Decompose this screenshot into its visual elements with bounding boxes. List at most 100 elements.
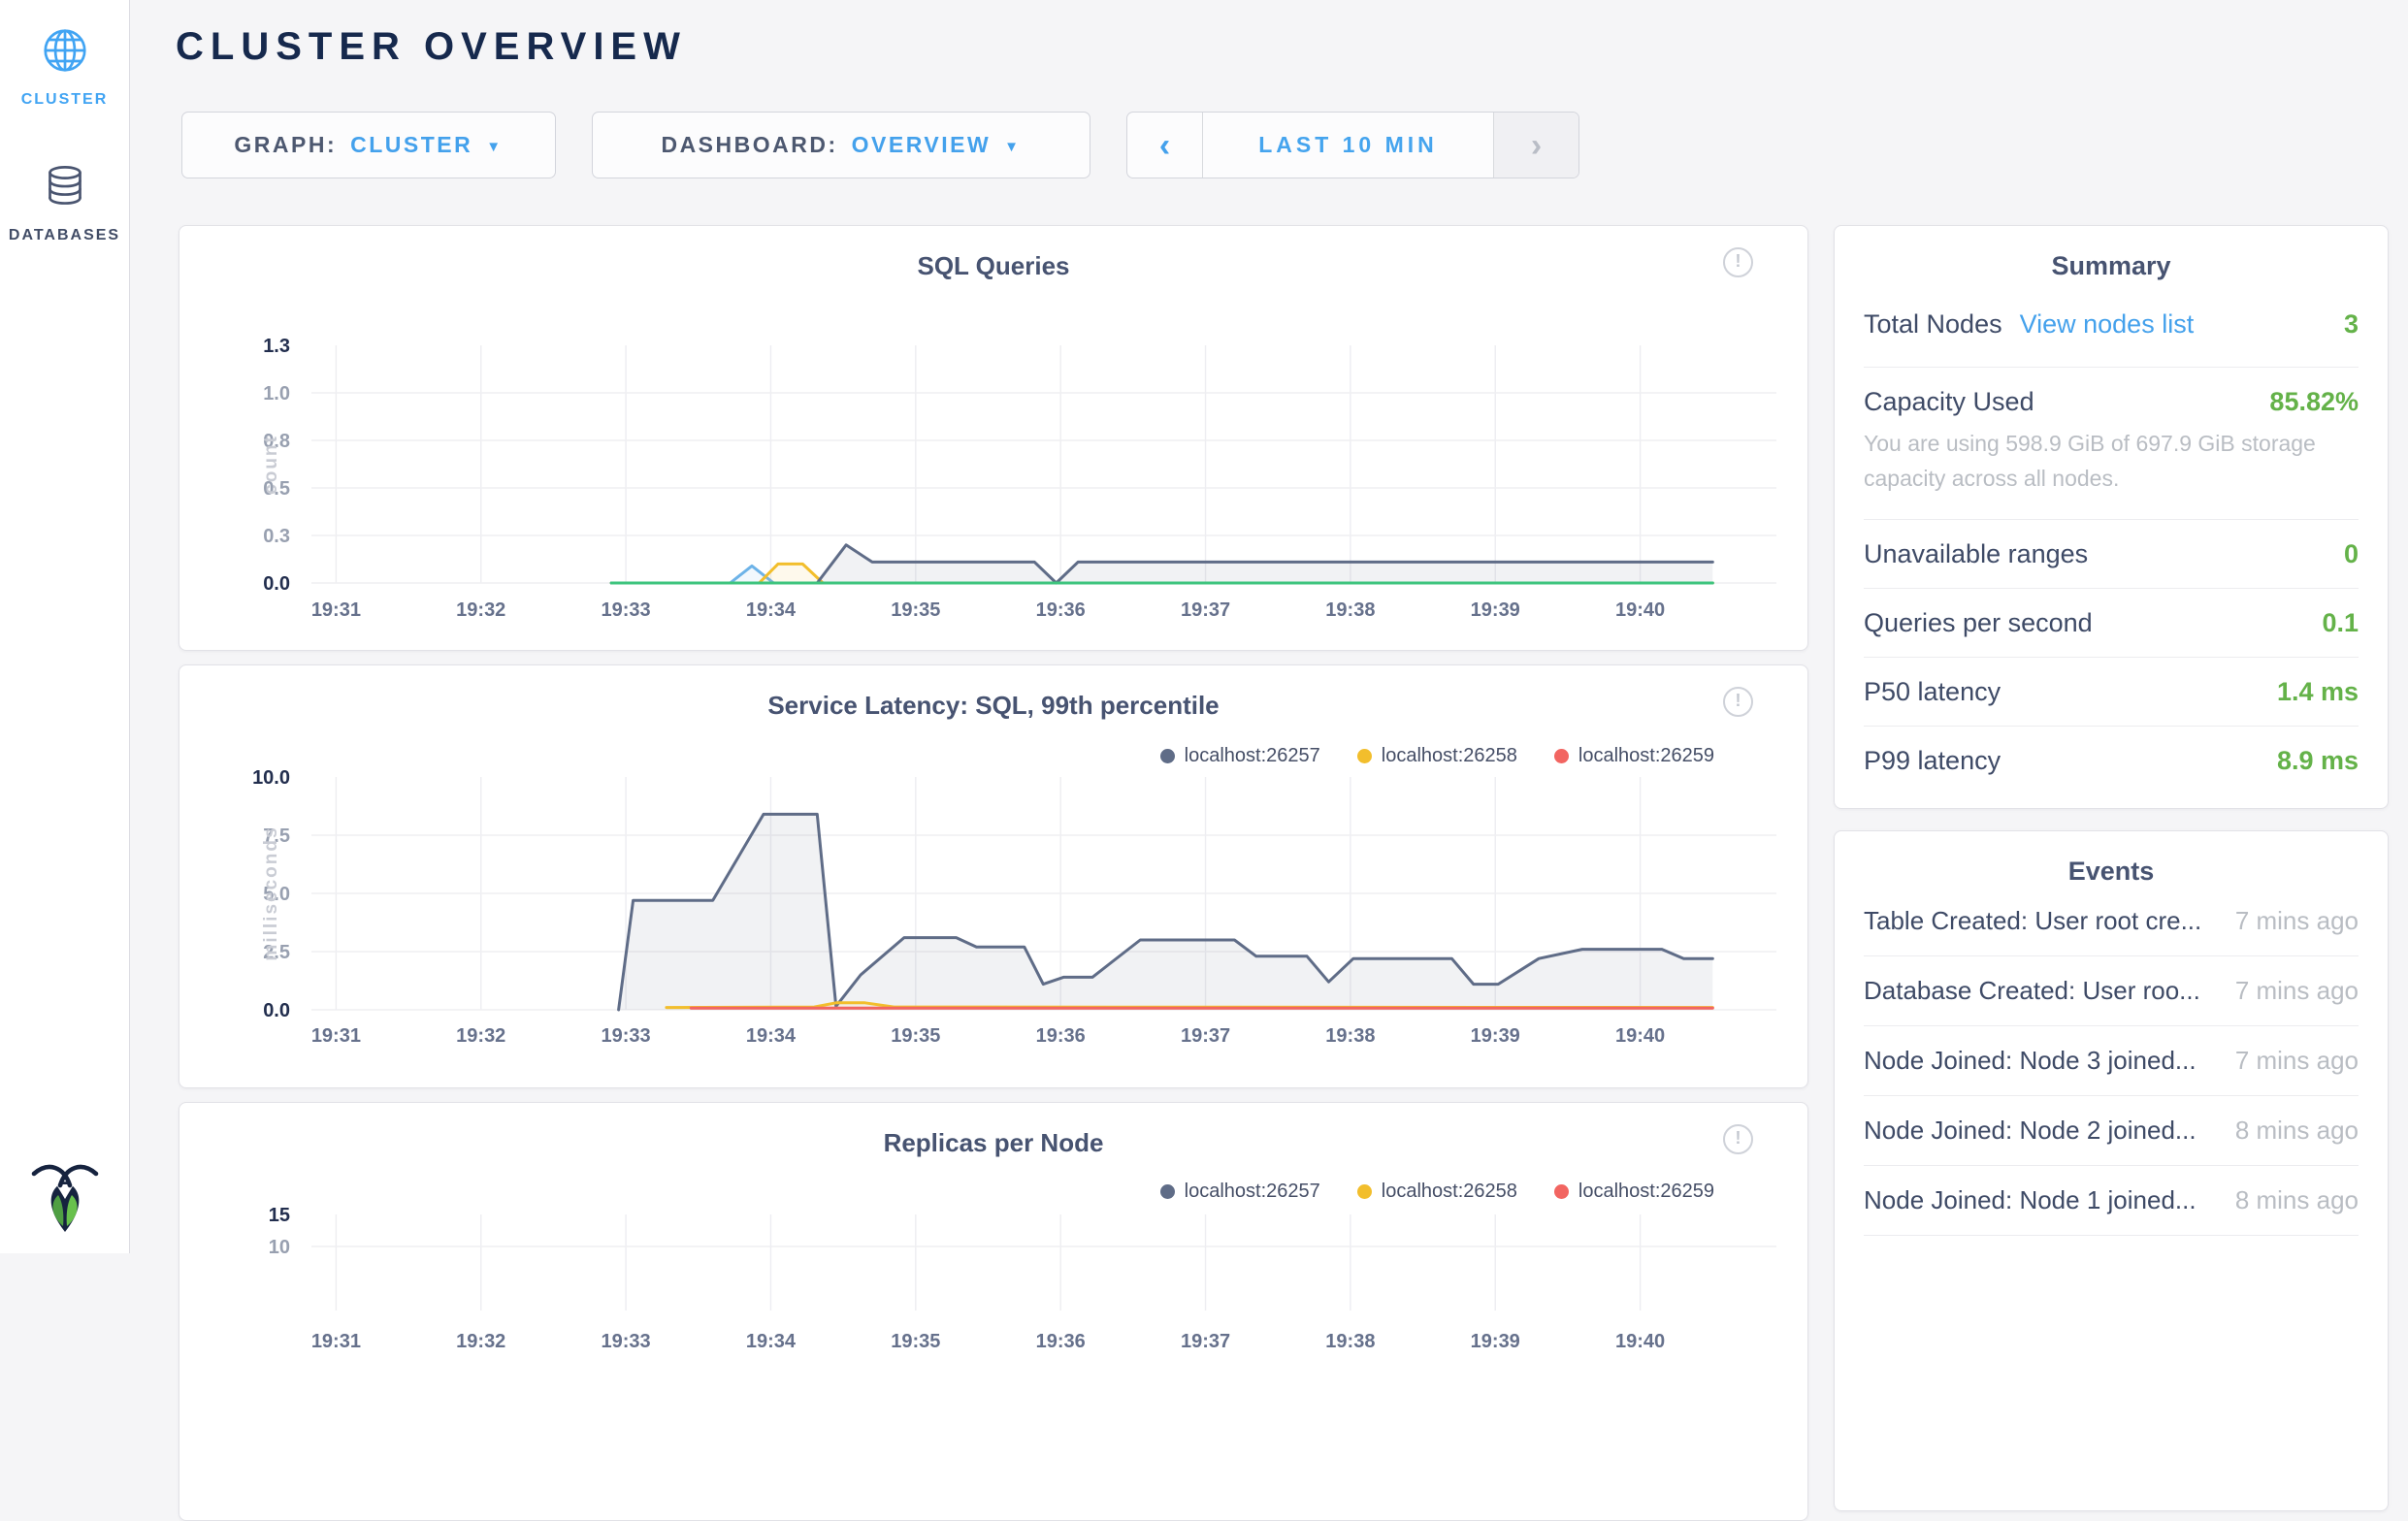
- view-nodes-link[interactable]: View nodes list: [2020, 309, 2195, 340]
- svg-text:19:40: 19:40: [1615, 1331, 1665, 1352]
- summary-label: Capacity Used: [1864, 387, 2034, 417]
- svg-text:1.3: 1.3: [263, 336, 290, 357]
- controls-bar: GRAPH: CLUSTER ▼ DASHBOARD: OVERVIEW ▼ ‹…: [181, 112, 1579, 177]
- svg-text:19:35: 19:35: [891, 599, 940, 621]
- svg-text:19:37: 19:37: [1181, 1331, 1230, 1352]
- summary-row-p50-latency: P50 latency 1.4 ms: [1864, 658, 2359, 727]
- sql-queries-chart[interactable]: 19:31 19:32 19:33 19:34 19:35 19:36 19:37 19:38…: [179, 226, 1807, 650]
- event-row: Database Created: User roo...7 mins ago: [1864, 956, 2359, 1026]
- svg-text:19:36: 19:36: [1036, 599, 1086, 621]
- summary-label: Queries per second: [1864, 608, 2093, 638]
- cockroachdb-logo-icon[interactable]: [0, 1158, 129, 1236]
- event-text: Node Joined: Node 1 joined...: [1864, 1185, 2196, 1215]
- svg-text:19:33: 19:33: [602, 1331, 651, 1352]
- svg-text:19:34: 19:34: [746, 1025, 797, 1047]
- event-timestamp: 8 mins ago: [2235, 1116, 2359, 1146]
- svg-text:19:35: 19:35: [891, 1025, 940, 1047]
- svg-text:0.0: 0.0: [263, 1000, 290, 1021]
- summary-row-unavailable-ranges: Unavailable ranges 0: [1864, 520, 2359, 589]
- event-row: Node Joined: Node 1 joined... 8 mins ago: [1864, 1166, 2359, 1236]
- svg-text:19:37: 19:37: [1181, 1025, 1230, 1047]
- svg-text:0.3: 0.3: [263, 526, 290, 547]
- summary-value: 0: [2344, 539, 2359, 569]
- database-icon: [43, 163, 87, 210]
- time-prev-button[interactable]: ‹: [1127, 113, 1203, 178]
- chevron-down-icon: ▼: [486, 139, 503, 155]
- summary-value: 8.9 ms: [2277, 746, 2359, 776]
- capacity-subtext: You are using 598.9 GiB of 697.9 GiB sto…: [1864, 427, 2359, 496]
- events-panel: Events Table Created: User root cre... 7 …: [1834, 830, 2389, 1511]
- time-range-label[interactable]: LAST 10 MIN: [1203, 113, 1493, 178]
- svg-text:19:37: 19:37: [1181, 599, 1230, 621]
- svg-text:19:32: 19:32: [456, 599, 505, 621]
- service-latency-chart[interactable]: 19:3119:3219:3319:3419:3519:3619:3719:38…: [179, 665, 1807, 1087]
- panel-title: Events: [1835, 831, 2388, 887]
- svg-text:19:32: 19:32: [456, 1331, 505, 1352]
- sidebar-item-cluster[interactable]: CLUSTER: [0, 27, 129, 109]
- svg-text:19:39: 19:39: [1471, 1025, 1520, 1047]
- svg-text:milliseconds: milliseconds: [261, 825, 281, 960]
- svg-text:19:34: 19:34: [746, 599, 797, 621]
- svg-text:19:31: 19:31: [311, 1331, 361, 1352]
- chart-card-replicas-per-node: Replicas per Node ! localhost:26257local…: [179, 1102, 1808, 1521]
- svg-text:10.0: 10.0: [252, 767, 290, 789]
- event-row: Node Joined: Node 2 joined... 8 mins ago: [1864, 1096, 2359, 1166]
- app-root: CLUSTER DATABASES: [0, 0, 2408, 1253]
- summary-row-total-nodes: Total Nodes View nodes list 3: [1864, 281, 2359, 368]
- page-title: CLUSTER OVERVIEW: [176, 25, 687, 69]
- svg-text:19:32: 19:32: [456, 1025, 505, 1047]
- summary-label: Unavailable ranges: [1864, 539, 2088, 569]
- svg-text:19:39: 19:39: [1471, 599, 1520, 621]
- svg-text:19:38: 19:38: [1325, 599, 1375, 621]
- svg-text:19:36: 19:36: [1036, 1025, 1086, 1047]
- summary-panel: Summary Total Nodes View nodes list 3 Ca…: [1834, 225, 2389, 809]
- event-timestamp: 7 mins ago: [2235, 976, 2359, 1006]
- event-text: Node Joined: Node 3 joined...: [1864, 1046, 2196, 1076]
- summary-label: Total Nodes: [1864, 309, 2002, 340]
- sidebar-item-label: DATABASES: [9, 227, 120, 244]
- dropdown-value: OVERVIEW: [852, 132, 992, 158]
- summary-label: P50 latency: [1864, 677, 2001, 707]
- replicas-per-node-chart[interactable]: 19:31 19:32 19:33 19:34 19:35 19:36 19:37 19:38…: [179, 1103, 1807, 1520]
- summary-value: 3: [2344, 309, 2359, 340]
- dropdown-label: GRAPH:: [234, 132, 337, 158]
- chevron-down-icon: ▼: [1004, 139, 1021, 155]
- svg-text:19:33: 19:33: [602, 599, 651, 621]
- panel-title: Summary: [1835, 226, 2388, 281]
- time-range-selector: ‹ LAST 10 MIN ›: [1126, 112, 1579, 178]
- summary-value: 1.4 ms: [2277, 677, 2359, 707]
- chart-card-service-latency: Service Latency: SQL, 99th percentile ! …: [179, 664, 1808, 1088]
- event-text: Node Joined: Node 2 joined...: [1864, 1116, 2196, 1146]
- svg-text:19:31: 19:31: [311, 599, 361, 621]
- chart-card-sql-queries: SQL Queries ! 19:3119:3219:3319:3419:351…: [179, 225, 1808, 651]
- dropdown-label: DASHBOARD:: [661, 132, 837, 158]
- event-timestamp: 7 mins ago: [2235, 906, 2359, 936]
- summary-row-queries-per-second: Queries per second 0.1: [1864, 589, 2359, 658]
- event-timestamp: 7 mins ago: [2235, 1046, 2359, 1076]
- svg-text:19:39: 19:39: [1471, 1331, 1520, 1352]
- summary-row-capacity: Capacity Used 85.82% You are using 598.9…: [1864, 368, 2359, 520]
- svg-text:count: count: [261, 435, 281, 495]
- svg-text:19:38: 19:38: [1325, 1331, 1375, 1352]
- graph-dropdown[interactable]: GRAPH: CLUSTER ▼: [181, 112, 556, 178]
- event-row: Table Created: User root cre... 7 mins ag…: [1864, 887, 2359, 956]
- dropdown-value: CLUSTER: [350, 132, 472, 158]
- svg-text:19:33: 19:33: [602, 1025, 651, 1047]
- time-next-button[interactable]: ›: [1493, 113, 1578, 178]
- dashboard-dropdown[interactable]: DASHBOARD: OVERVIEW ▼: [592, 112, 1090, 178]
- svg-text:0.0: 0.0: [263, 573, 290, 595]
- summary-label: P99 latency: [1864, 746, 2001, 776]
- globe-icon: [42, 27, 88, 74]
- svg-text:19:31: 19:31: [311, 1025, 361, 1047]
- event-text: Table Created: User root cre...: [1864, 906, 2201, 936]
- svg-text:1.0: 1.0: [263, 383, 290, 405]
- sidebar-item-label: CLUSTER: [21, 91, 109, 109]
- summary-value: 85.82%: [2269, 387, 2359, 417]
- svg-text:19:40: 19:40: [1615, 599, 1665, 621]
- svg-text:19:35: 19:35: [891, 1331, 940, 1352]
- event-timestamp: 8 mins ago: [2235, 1185, 2359, 1215]
- svg-text:19:34: 19:34: [746, 1331, 797, 1352]
- svg-text:19:40: 19:40: [1615, 1025, 1665, 1047]
- sidebar-item-databases[interactable]: DATABASES: [0, 163, 129, 244]
- svg-text:19:36: 19:36: [1036, 1331, 1086, 1352]
